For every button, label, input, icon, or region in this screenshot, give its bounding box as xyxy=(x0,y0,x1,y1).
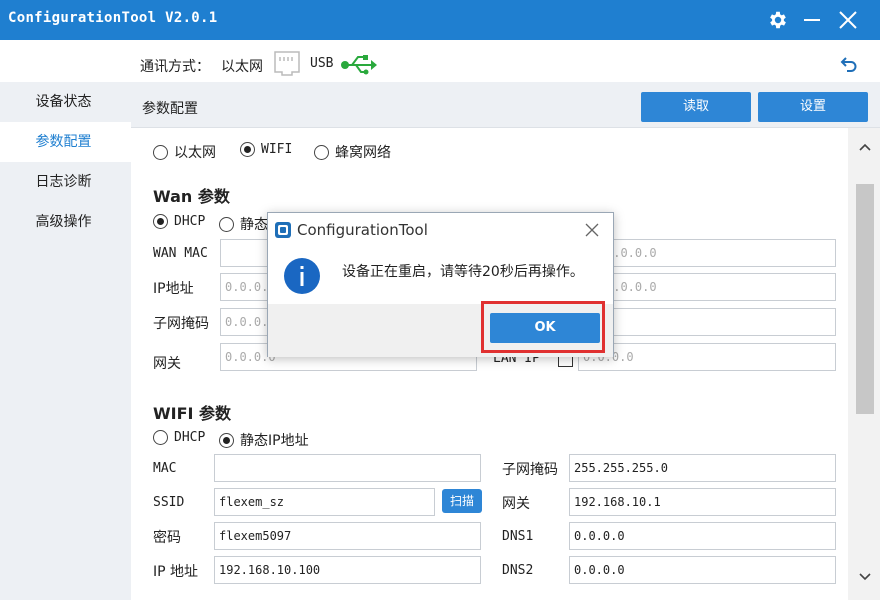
usb-icon[interactable] xyxy=(340,54,378,76)
wifi-ip-label: IP 地址 xyxy=(153,564,199,580)
wifi-ssid-label: SSID xyxy=(153,495,185,510)
app-icon xyxy=(275,222,291,238)
gear-icon xyxy=(770,11,786,29)
wifi-section-title: WIFI 参数 xyxy=(153,404,232,423)
wifi-mac-field[interactable] xyxy=(214,454,481,482)
ethernet-port-icon[interactable] xyxy=(273,50,301,76)
comm-label: 通讯方式： xyxy=(140,59,210,75)
radio-dot xyxy=(153,144,168,160)
radio-label: 以太网 xyxy=(174,145,216,161)
main-header: 参数配置 读取 设置 xyxy=(131,82,880,128)
minimize-icon xyxy=(804,19,820,21)
ok-button[interactable]: OK xyxy=(490,313,600,343)
radio-label: DHCP xyxy=(174,214,206,229)
chevron-up-icon[interactable] xyxy=(858,142,872,152)
radio-label: DHCP xyxy=(174,430,206,445)
chevron-down-icon[interactable] xyxy=(858,572,872,582)
radio-dot-selected xyxy=(240,142,255,157)
wifi-dns2-label: DNS2 xyxy=(502,563,534,578)
vertical-scrollbar[interactable] xyxy=(848,128,880,600)
page-title: 参数配置 xyxy=(142,101,198,117)
comm-bar: 通讯方式： 以太网 USB xyxy=(0,40,880,82)
radio-label: 静态IP地址 xyxy=(240,433,309,449)
sidebar-item-device-status[interactable]: 设备状态 xyxy=(0,82,131,122)
radio-dot xyxy=(219,216,234,232)
close-button[interactable] xyxy=(834,6,862,34)
radio-wifi[interactable]: WIFI xyxy=(240,142,292,157)
comm-usb-label[interactable]: USB xyxy=(310,56,333,71)
settings-button[interactable] xyxy=(764,6,792,34)
wan-right-field-3[interactable] xyxy=(601,308,836,336)
wan-right-field-2[interactable]: 0.0.0.0 xyxy=(601,273,836,301)
wifi-dns1-label: DNS1 xyxy=(502,529,534,544)
radio-dot xyxy=(314,144,329,160)
set-button[interactable]: 设置 xyxy=(758,92,868,122)
close-icon xyxy=(839,11,857,29)
sidebar-item-param-config[interactable]: 参数配置 xyxy=(0,122,131,162)
wifi-ssid-field[interactable]: flexem_sz xyxy=(214,488,435,516)
read-button[interactable]: 读取 xyxy=(641,92,751,122)
radio-label: 蜂窝网络 xyxy=(335,145,391,161)
window-title: ConfigurationTool V2.0.1 xyxy=(8,10,218,26)
radio-wifi-dhcp[interactable]: DHCP xyxy=(153,430,205,445)
wan-section-title: Wan 参数 xyxy=(153,187,230,206)
radio-wifi-static[interactable]: 静态IP地址 xyxy=(219,430,309,450)
wifi-password-label: 密码 xyxy=(153,530,181,546)
comm-ethernet-label[interactable]: 以太网 xyxy=(221,56,263,76)
wifi-ip-field[interactable]: 192.168.10.100 xyxy=(214,556,481,584)
wifi-mask-label: 子网掩码 xyxy=(502,462,558,478)
sidebar: 设备状态 参数配置 日志诊断 高级操作 xyxy=(0,82,131,600)
wan-gateway-label: 网关 xyxy=(153,356,181,372)
radio-ethernet[interactable]: 以太网 xyxy=(153,142,216,162)
radio-dot-selected xyxy=(153,214,168,229)
wan-right-field-1[interactable]: 0.0.0.0 xyxy=(601,239,836,267)
config-content: 以太网 WIFI 蜂窝网络 Wan 参数 DHCP 静态 WAN MAC 0.0… xyxy=(131,128,848,600)
title-bar: ConfigurationTool V2.0.1 xyxy=(0,0,880,40)
minimize-button[interactable] xyxy=(798,6,826,34)
wan-ip-label: IP地址 xyxy=(153,281,194,297)
radio-wan-dhcp[interactable]: DHCP xyxy=(153,214,205,229)
wifi-gateway-label: 网关 xyxy=(502,496,530,512)
wifi-gateway-field[interactable]: 192.168.10.1 xyxy=(569,488,836,516)
close-icon[interactable] xyxy=(585,223,599,237)
dialog-title: ConfigurationTool xyxy=(297,221,428,239)
radio-dot xyxy=(153,430,168,445)
wifi-dns2-field[interactable]: 0.0.0.0 xyxy=(569,556,836,584)
sidebar-item-advanced[interactable]: 高级操作 xyxy=(0,202,131,242)
radio-label: WIFI xyxy=(261,142,293,157)
wifi-password-field[interactable]: flexem5097 xyxy=(214,522,481,550)
wifi-dns1-field[interactable]: 0.0.0.0 xyxy=(569,522,836,550)
info-icon xyxy=(284,258,320,294)
wan-mac-label: WAN MAC xyxy=(153,246,208,261)
lan-ip-field[interactable]: 0.0.0.0 xyxy=(578,343,836,371)
radio-label: 静态 xyxy=(240,217,268,233)
radio-dot-selected xyxy=(219,432,234,448)
scroll-thumb[interactable] xyxy=(856,184,874,414)
radio-wan-static[interactable]: 静态 xyxy=(219,214,268,234)
dialog-message: 设备正在重启，请等待20秒后再操作。 xyxy=(342,264,584,280)
wan-mask-label: 子网掩码 xyxy=(153,316,209,332)
scan-button[interactable]: 扫描 xyxy=(442,489,482,513)
radio-cellular[interactable]: 蜂窝网络 xyxy=(314,142,391,162)
wifi-mask-field[interactable]: 255.255.255.0 xyxy=(569,454,836,482)
back-icon[interactable] xyxy=(840,55,858,73)
sidebar-item-log-diagnosis[interactable]: 日志诊断 xyxy=(0,162,131,202)
wifi-mac-label: MAC xyxy=(153,461,177,476)
